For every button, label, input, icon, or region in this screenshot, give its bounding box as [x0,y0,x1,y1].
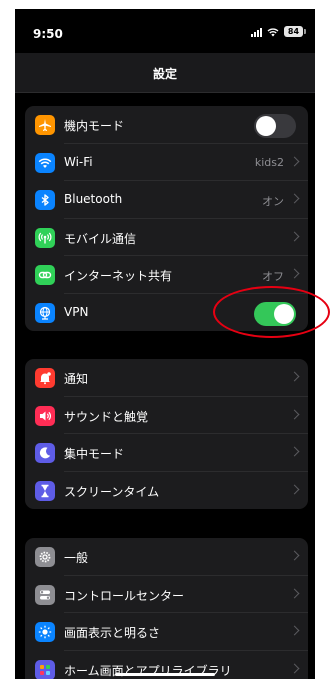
row-label: インターネット共有 [64,269,173,283]
globe-icon [35,302,55,323]
chevron-right-icon [289,663,300,673]
link-icon [35,265,55,285]
hourglass-icon [35,480,55,501]
settings-row-mobile-data[interactable]: モバイル通信 [25,219,308,256]
bluetooth-status-value: オン [262,195,284,208]
gear-icon [35,547,55,567]
chevron-right-icon [289,268,300,279]
chevron-right-icon [289,588,300,598]
settings-row-notifications[interactable]: 通知 [25,359,308,397]
wifi-status-icon [267,27,279,36]
sun-icon [35,622,55,642]
row-label: スクリーンタイム [64,484,160,499]
row-label: コントロールセンター [64,588,185,603]
switches-icon [35,584,55,605]
speaker-icon [35,405,55,426]
settings-row-wifi[interactable]: Wi-Fi kids2 [25,144,308,181]
chevron-right-icon [289,625,300,636]
settings-row-focus[interactable]: 集中モード [25,434,308,472]
chevron-right-icon [289,193,300,204]
row-label: Bluetooth [64,192,123,206]
chevron-right-icon [289,484,300,494]
status-time: 9:50 [33,27,63,41]
settings-group-general: 一般 コントロールセンター 画面表示と明るさ ホーム画面とアプリライブラリ [25,538,308,679]
chevron-right-icon [289,231,300,241]
row-label: 通知 [64,372,89,386]
row-label: 集中モード [64,447,125,461]
hotspot-status-value: オフ [262,270,284,283]
toggle-knob [256,116,276,136]
home-indicator[interactable] [115,673,215,676]
status-icons: 84 [251,26,306,37]
wifi-network-value: kids2 [254,155,284,169]
row-label: 一般 [64,551,89,565]
settings-row-bluetooth[interactable]: Bluetooth オン [25,181,308,219]
chevron-right-icon [289,446,300,457]
page-title: 設定 [152,67,177,81]
battery-icon: 84 [284,26,306,37]
bell-icon [35,368,55,388]
wifi-icon [35,152,55,173]
row-label: 画面表示と明るさ [64,626,161,640]
row-label: サウンドと触覚 [64,409,149,424]
moon-icon [35,443,55,463]
settings-row-airplane-mode[interactable]: 機内モード [25,106,308,144]
chevron-right-icon [289,409,300,419]
settings-row-display-brightness[interactable]: 画面表示と明るさ [25,613,308,651]
settings-screen: 9:50 84 設定 機内モード Wi-Fi kids2 Bluetooth オ… [15,9,315,679]
grid-icon [35,659,55,679]
settings-row-sounds[interactable]: サウンドと触覚 [25,397,308,434]
highlight-annotation-ellipse [213,286,330,338]
antenna-icon [35,227,55,248]
bluetooth-icon [35,190,55,210]
row-label: Wi-Fi [64,154,93,169]
airplane-mode-toggle[interactable] [254,114,296,138]
row-label: モバイル通信 [64,231,137,246]
chevron-right-icon [289,156,300,166]
chevron-right-icon [289,550,300,561]
settings-group-notifications: 通知 サウンドと触覚 集中モード スクリーンタイム [25,359,308,509]
navigation-bar: 設定 [15,53,315,93]
cellular-signal-icon [251,27,262,37]
row-label: 機内モード [64,119,125,133]
chevron-right-icon [289,371,300,382]
status-bar: 9:50 84 [15,9,315,53]
settings-row-control-center[interactable]: コントロールセンター [25,576,308,613]
airplane-icon [35,115,55,135]
settings-row-general[interactable]: 一般 [25,538,308,576]
row-label: VPN [64,304,89,319]
settings-row-screen-time[interactable]: スクリーンタイム [25,472,308,510]
